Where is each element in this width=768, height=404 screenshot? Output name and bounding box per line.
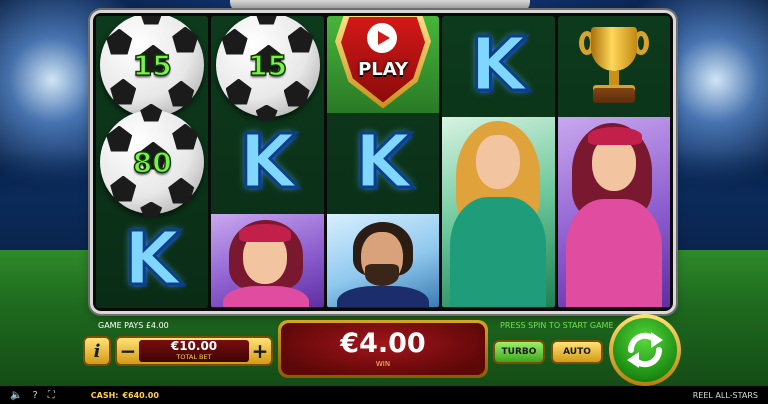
ball-symbol: 15 — [211, 16, 323, 121]
k-symbol-label: K — [237, 118, 297, 205]
cash-label: CASH: — [90, 390, 119, 400]
reel-1: 15 80 K — [96, 16, 209, 308]
female-player-symbol — [557, 117, 671, 307]
spin-hint-text: PRESS SPIN TO START GAME — [500, 321, 614, 330]
win-value: €4.00 — [340, 328, 426, 359]
reel-5 — [557, 16, 671, 308]
football-icon: 15 — [215, 16, 320, 121]
fullscreen-icon[interactable]: ⛶ — [48, 390, 55, 401]
play-symbol: PLAY — [327, 16, 439, 113]
trophy-symbol — [558, 16, 670, 113]
play-icon — [367, 22, 398, 53]
k-symbol: K — [442, 16, 554, 113]
status-bar: 🔈 ? ⛶ CASH: €640.00 REEL ALL-STARS — [0, 386, 768, 404]
cash-value: €640.00 — [122, 390, 159, 400]
female-player-symbol — [442, 117, 555, 307]
reel-2: 15 K — [211, 16, 324, 308]
ball-value: 80 — [132, 145, 172, 180]
ball-symbol: 80 — [96, 103, 208, 218]
reel-grid: 15 80 K 15 K PLAY K K — [93, 13, 673, 311]
spin-button[interactable] — [609, 314, 681, 386]
game-title: REEL ALL-STARS — [692, 390, 758, 400]
football-icon: 15 — [100, 16, 205, 121]
auto-button[interactable]: AUTO — [551, 340, 603, 364]
k-symbol: K — [96, 210, 208, 307]
info-icon: i — [93, 340, 101, 362]
ball-symbol: 15 — [96, 16, 208, 121]
turbo-button[interactable]: TURBO — [493, 340, 545, 364]
shield-icon: PLAY — [335, 16, 432, 109]
female-player-symbol — [211, 214, 324, 307]
ball-value: 15 — [247, 48, 288, 83]
increase-bet-button[interactable]: + — [251, 339, 269, 363]
bet-control: − €10.00 TOTAL BET + — [115, 336, 273, 366]
decrease-bet-button[interactable]: − — [119, 339, 137, 363]
spin-arrows-icon — [627, 332, 663, 368]
total-bet-value: €10.00 — [170, 339, 218, 353]
win-panel: €4.00 WIN — [278, 320, 488, 378]
k-symbol: K — [327, 113, 439, 210]
reel-3: PLAY K — [326, 16, 440, 308]
help-icon[interactable]: ? — [32, 390, 37, 401]
k-symbol-label: K — [122, 215, 182, 302]
trophy-icon — [578, 23, 649, 107]
game-pays-text: GAME PAYS £4.00 — [98, 321, 169, 330]
ball-value: 15 — [132, 48, 172, 83]
win-label: WIN — [375, 360, 391, 368]
male-player-symbol — [326, 214, 440, 307]
k-symbol-label: K — [353, 118, 413, 205]
k-symbol: K — [211, 113, 323, 210]
reel-4: K — [442, 16, 555, 308]
reel-top-ornament — [230, 0, 530, 12]
total-bet-label: TOTAL BET — [176, 353, 212, 361]
sound-icon[interactable]: 🔈 — [10, 390, 22, 401]
total-bet-display: €10.00 TOTAL BET — [139, 340, 249, 362]
info-button[interactable]: i — [83, 336, 111, 366]
football-icon: 80 — [100, 103, 205, 218]
k-symbol-label: K — [468, 21, 528, 108]
play-label: PLAY — [358, 58, 408, 80]
